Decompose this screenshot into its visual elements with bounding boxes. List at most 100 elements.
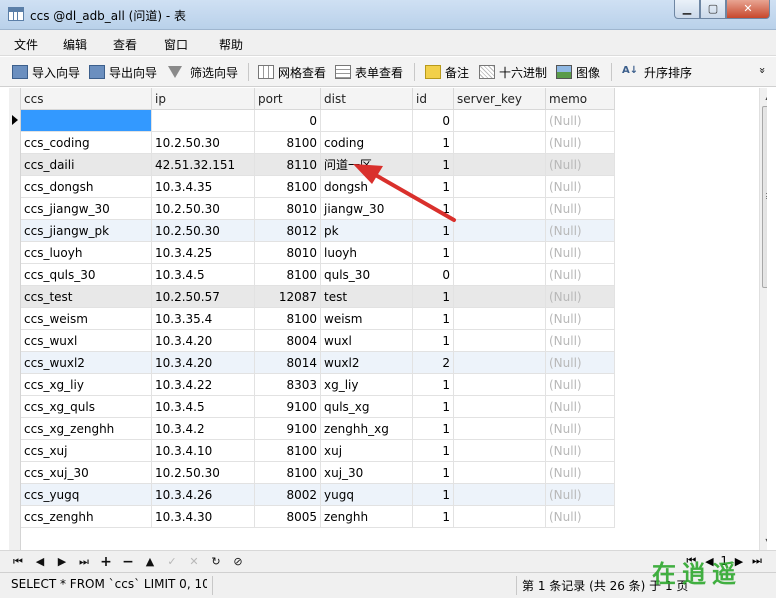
filter-wizard-button[interactable]: 筛选向导 bbox=[168, 63, 238, 81]
cell-memo[interactable]: (Null) bbox=[546, 396, 615, 418]
minimize-button[interactable]: ▁ bbox=[674, 0, 700, 19]
cell-ccs[interactable]: ccs_zenghh bbox=[21, 506, 152, 528]
cell-server-key[interactable] bbox=[454, 132, 546, 154]
column-header-dist[interactable]: dist bbox=[321, 88, 413, 110]
cell-dist[interactable]: xuj bbox=[321, 440, 413, 462]
cell-id[interactable]: 1 bbox=[413, 440, 454, 462]
scroll-thumb[interactable] bbox=[762, 106, 767, 288]
sort-ascending-button[interactable]: A↓ 升序排序 bbox=[622, 63, 692, 81]
cell-dist[interactable]: yugq bbox=[321, 484, 413, 506]
menu-window[interactable]: 窗口 bbox=[164, 36, 188, 53]
cell-id[interactable]: 1 bbox=[413, 396, 454, 418]
cell-ip[interactable]: 42.51.32.151 bbox=[152, 154, 255, 176]
image-button[interactable]: 图像 bbox=[556, 63, 600, 81]
cell-server-key[interactable] bbox=[454, 374, 546, 396]
cell-ip[interactable]: 10.3.4.26 bbox=[152, 484, 255, 506]
table-row[interactable]: ccs_xuj 10.3.4.10 8100 xuj 1 (Null) bbox=[21, 440, 615, 462]
cell-dist[interactable]: xg_liy bbox=[321, 374, 413, 396]
table-row[interactable]: ccs_jiangw_pk 10.2.50.30 8012 pk 1 (Null) bbox=[21, 220, 615, 242]
cell-id[interactable]: 0 bbox=[413, 264, 454, 286]
column-header-memo[interactable]: memo bbox=[546, 88, 615, 110]
cell-memo[interactable]: (Null) bbox=[546, 418, 615, 440]
cell-dist[interactable]: zenghh_xg bbox=[321, 418, 413, 440]
scroll-down-icon[interactable]: ▼ bbox=[760, 533, 767, 550]
cell-ccs[interactable] bbox=[21, 110, 152, 132]
column-header-ccs[interactable]: ccs bbox=[21, 88, 152, 110]
cell-port[interactable]: 8100 bbox=[255, 132, 321, 154]
cell-ccs[interactable]: ccs_test bbox=[21, 286, 152, 308]
apply-changes-icon[interactable]: ✓ bbox=[164, 554, 180, 570]
cell-id[interactable]: 1 bbox=[413, 462, 454, 484]
cell-server-key[interactable] bbox=[454, 264, 546, 286]
cell-ip[interactable]: 10.3.4.2 bbox=[152, 418, 255, 440]
cell-ccs[interactable]: ccs_xg_quls bbox=[21, 396, 152, 418]
cell-memo[interactable]: (Null) bbox=[546, 264, 615, 286]
cell-ip[interactable]: 10.3.4.30 bbox=[152, 506, 255, 528]
cell-ip[interactable]: 10.2.50.57 bbox=[152, 286, 255, 308]
table-row[interactable]: ccs_wuxl2 10.3.4.20 8014 wuxl2 2 (Null) bbox=[21, 352, 615, 374]
cell-ip[interactable] bbox=[152, 110, 255, 132]
cell-port[interactable]: 8002 bbox=[255, 484, 321, 506]
cell-ip[interactable]: 10.3.35.4 bbox=[152, 308, 255, 330]
cell-server-key[interactable] bbox=[454, 154, 546, 176]
refresh-icon[interactable]: ↻ bbox=[208, 554, 224, 570]
cell-id[interactable]: 1 bbox=[413, 286, 454, 308]
cell-ip[interactable]: 10.2.50.30 bbox=[152, 462, 255, 484]
cell-memo[interactable]: (Null) bbox=[546, 110, 615, 132]
cell-ccs[interactable]: ccs_coding bbox=[21, 132, 152, 154]
menu-view[interactable]: 查看 bbox=[113, 36, 137, 53]
cell-server-key[interactable] bbox=[454, 484, 546, 506]
cell-ip[interactable]: 10.3.4.20 bbox=[152, 330, 255, 352]
close-button[interactable]: ✕ bbox=[726, 0, 770, 19]
cell-ccs[interactable]: ccs_xuj_30 bbox=[21, 462, 152, 484]
cell-port[interactable]: 0 bbox=[255, 110, 321, 132]
cell-id[interactable]: 2 bbox=[413, 352, 454, 374]
stop-icon[interactable]: ⊘ bbox=[230, 554, 246, 570]
cell-server-key[interactable] bbox=[454, 330, 546, 352]
form-view-button[interactable]: 表单查看 bbox=[335, 63, 403, 81]
cell-server-key[interactable] bbox=[454, 396, 546, 418]
table-row[interactable]: ccs_dongsh 10.3.4.35 8100 dongsh 1 (Null) bbox=[21, 176, 615, 198]
cell-port[interactable]: 8004 bbox=[255, 330, 321, 352]
cell-id[interactable]: 1 bbox=[413, 308, 454, 330]
cell-dist[interactable]: dongsh bbox=[321, 176, 413, 198]
cell-ip[interactable]: 10.3.4.22 bbox=[152, 374, 255, 396]
cell-ip[interactable]: 10.3.4.10 bbox=[152, 440, 255, 462]
cell-memo[interactable]: (Null) bbox=[546, 440, 615, 462]
cell-port[interactable]: 8100 bbox=[255, 176, 321, 198]
cell-ccs[interactable]: ccs_wuxl bbox=[21, 330, 152, 352]
cell-memo[interactable]: (Null) bbox=[546, 176, 615, 198]
cell-ip[interactable]: 10.3.4.5 bbox=[152, 264, 255, 286]
cell-ccs[interactable]: ccs_wuxl2 bbox=[21, 352, 152, 374]
cell-server-key[interactable] bbox=[454, 352, 546, 374]
toolbar-overflow-icon[interactable]: » bbox=[756, 67, 769, 74]
cell-ccs[interactable]: ccs_daili bbox=[21, 154, 152, 176]
cell-dist[interactable]: zenghh bbox=[321, 506, 413, 528]
cell-id[interactable]: 1 bbox=[413, 418, 454, 440]
menu-file[interactable]: 文件 bbox=[14, 36, 38, 53]
cell-dist[interactable]: wuxl2 bbox=[321, 352, 413, 374]
cell-memo[interactable]: (Null) bbox=[546, 286, 615, 308]
cell-port[interactable]: 9100 bbox=[255, 396, 321, 418]
table-row[interactable]: ccs_coding 10.2.50.30 8100 coding 1 (Null) bbox=[21, 132, 615, 154]
menu-edit[interactable]: 编辑 bbox=[63, 36, 87, 53]
next-record-icon[interactable]: ▶ bbox=[54, 554, 70, 570]
cell-memo[interactable]: (Null) bbox=[546, 506, 615, 528]
cell-port[interactable]: 8005 bbox=[255, 506, 321, 528]
cell-server-key[interactable] bbox=[454, 176, 546, 198]
cell-server-key[interactable] bbox=[454, 308, 546, 330]
cell-ip[interactable]: 10.3.4.5 bbox=[152, 396, 255, 418]
cell-port[interactable]: 8100 bbox=[255, 308, 321, 330]
table-row[interactable]: 0 0 (Null) bbox=[21, 110, 615, 132]
column-header-id[interactable]: id bbox=[413, 88, 454, 110]
cell-port[interactable]: 12087 bbox=[255, 286, 321, 308]
table-row[interactable]: ccs_daili 42.51.32.151 8110 问道一区 1 (Null) bbox=[21, 154, 615, 176]
cell-ccs[interactable]: ccs_luoyh bbox=[21, 242, 152, 264]
cell-port[interactable]: 8010 bbox=[255, 242, 321, 264]
table-row[interactable]: ccs_luoyh 10.3.4.25 8010 luoyh 1 (Null) bbox=[21, 242, 615, 264]
cell-memo[interactable]: (Null) bbox=[546, 198, 615, 220]
cell-server-key[interactable] bbox=[454, 286, 546, 308]
add-record-icon[interactable]: + bbox=[98, 554, 114, 570]
delete-record-icon[interactable]: − bbox=[120, 554, 136, 570]
cell-memo[interactable]: (Null) bbox=[546, 154, 615, 176]
